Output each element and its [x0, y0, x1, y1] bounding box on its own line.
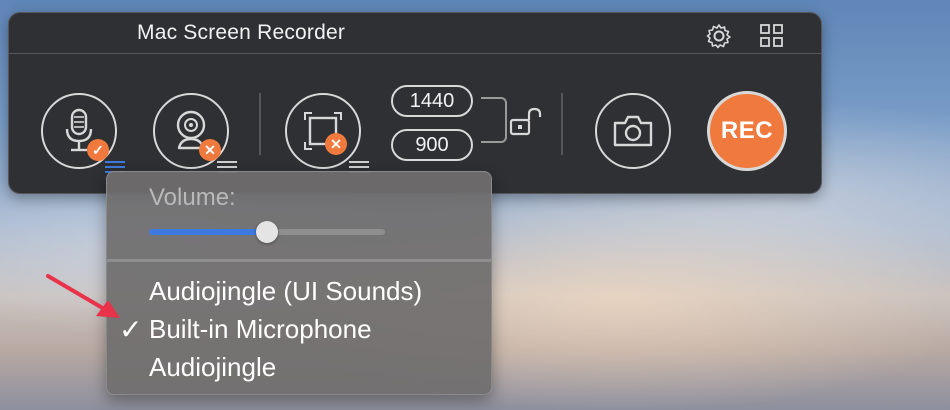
- app-title: Mac Screen Recorder: [137, 21, 346, 44]
- webcam-button[interactable]: ✕: [153, 93, 229, 169]
- menu-item-audiojingle[interactable]: Audiojingle: [149, 352, 276, 383]
- volume-label: Volume:: [149, 184, 236, 211]
- screenshot-button[interactable]: [595, 93, 671, 169]
- toolbar-separator: [561, 93, 563, 155]
- microphone-button[interactable]: ✓: [41, 93, 117, 169]
- height-field[interactable]: 900: [391, 129, 473, 161]
- width-field[interactable]: 1440: [391, 85, 473, 117]
- volume-slider-fill: [149, 229, 267, 235]
- gear-icon[interactable]: [705, 22, 733, 50]
- menu-divider: [107, 259, 491, 262]
- region-disabled-badge: ✕: [325, 133, 347, 155]
- audio-input-menu: Volume: Audiojingle (UI Sounds) ✓ Built-…: [106, 171, 492, 395]
- dimension-link-bracket: [481, 97, 507, 143]
- grid-icon[interactable]: [759, 23, 785, 49]
- region-select-button[interactable]: ✕: [285, 93, 361, 169]
- toolbar-separator: [259, 93, 261, 155]
- title-divider: [9, 53, 821, 54]
- menu-item-audiojingle-ui-sounds[interactable]: Audiojingle (UI Sounds): [149, 276, 422, 307]
- record-button[interactable]: REC: [707, 91, 787, 171]
- volume-slider-knob[interactable]: [256, 221, 278, 243]
- camera-icon: [613, 115, 653, 147]
- unlock-icon[interactable]: [509, 107, 545, 139]
- mic-enabled-badge: ✓: [87, 139, 109, 161]
- volume-slider[interactable]: [149, 221, 385, 243]
- menu-item-built-in-microphone[interactable]: Built-in Microphone: [149, 314, 372, 345]
- annotation-arrow-icon: [46, 274, 120, 318]
- webcam-disabled-badge: ✕: [199, 139, 221, 161]
- recorder-toolbar: Mac Screen Recorder ✓ ✕ ✕ 1440 900 REC: [8, 12, 822, 194]
